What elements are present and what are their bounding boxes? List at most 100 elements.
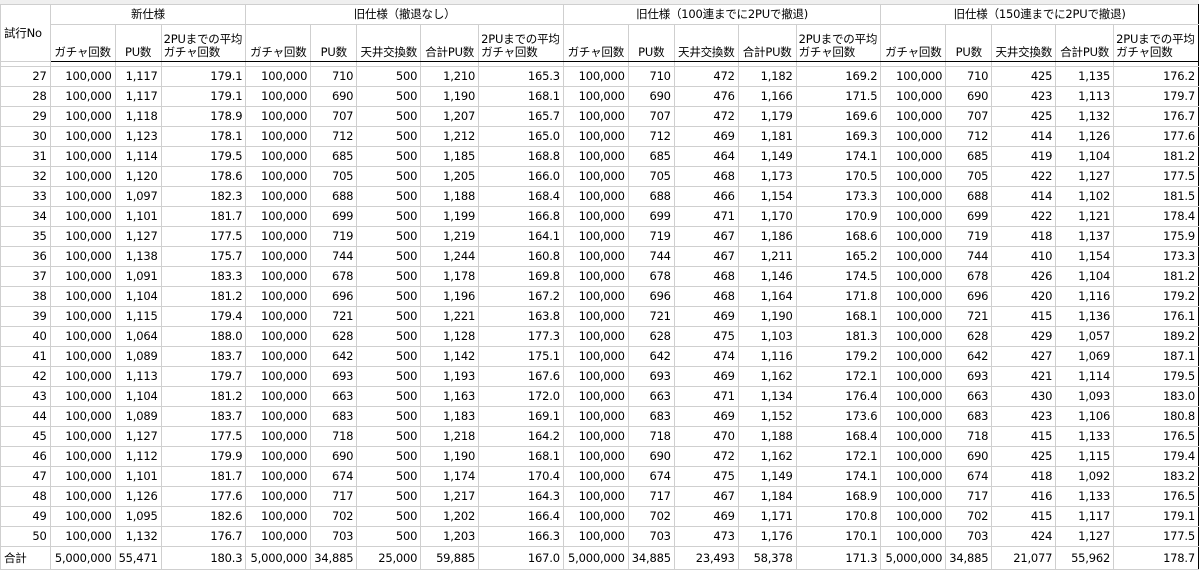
data-cell[interactable]: 187.1: [1113, 346, 1199, 367]
data-cell[interactable]: 1,101: [114, 206, 162, 227]
row-number-cell[interactable]: 46: [0, 446, 51, 467]
data-cell[interactable]: 1,127: [1055, 166, 1115, 187]
total-cell[interactable]: 171.3: [795, 546, 882, 570]
data-cell[interactable]: 1,171: [737, 506, 797, 527]
data-cell[interactable]: 100,000: [880, 286, 947, 307]
data-cell[interactable]: 165.7: [478, 106, 564, 127]
data-cell[interactable]: 100,000: [562, 166, 629, 187]
data-cell[interactable]: 703: [627, 526, 675, 547]
data-cell[interactable]: 100,000: [245, 386, 312, 407]
data-cell[interactable]: 1,183: [420, 406, 480, 427]
data-cell[interactable]: 500: [356, 186, 422, 207]
data-cell[interactable]: 100,000: [562, 486, 629, 507]
data-cell[interactable]: 467: [673, 486, 739, 507]
data-cell[interactable]: 1,104: [114, 286, 162, 307]
data-cell[interactable]: 468: [673, 266, 739, 287]
data-cell[interactable]: 1,173: [737, 166, 797, 187]
data-cell[interactable]: 181.7: [160, 466, 247, 487]
data-cell[interactable]: 182.3: [160, 186, 247, 207]
data-cell[interactable]: 100,000: [562, 86, 629, 107]
data-cell[interactable]: 721: [945, 306, 993, 327]
data-cell[interactable]: 1,181: [737, 126, 797, 147]
total-cell[interactable]: 55,471: [114, 546, 162, 570]
data-cell[interactable]: 696: [945, 286, 993, 307]
data-cell[interactable]: 500: [356, 86, 422, 107]
data-cell[interactable]: 1,115: [114, 306, 162, 327]
data-cell[interactable]: 1,170: [737, 206, 797, 227]
row-number-cell[interactable]: 48: [0, 486, 51, 507]
data-cell[interactable]: 100,000: [562, 466, 629, 487]
data-cell[interactable]: 177.5: [160, 426, 247, 447]
data-cell[interactable]: 100,000: [245, 366, 312, 387]
data-cell[interactable]: 167.2: [478, 286, 564, 307]
data-cell[interactable]: 168.9: [795, 486, 882, 507]
data-cell[interactable]: 718: [310, 426, 358, 447]
row-number-cell[interactable]: 34: [0, 206, 51, 227]
data-cell[interactable]: 469: [673, 306, 739, 327]
total-cell[interactable]: 178.7: [1113, 546, 1199, 570]
data-cell[interactable]: 100,000: [49, 326, 116, 347]
total-cell[interactable]: 25,000: [356, 546, 422, 570]
row-number-cell[interactable]: 36: [0, 246, 51, 267]
data-cell[interactable]: 179.1: [160, 66, 247, 87]
column-header[interactable]: 天井交換数: [356, 24, 422, 62]
data-cell[interactable]: 100,000: [562, 526, 629, 547]
data-cell[interactable]: 176.2: [1113, 66, 1199, 87]
data-cell[interactable]: 628: [945, 326, 993, 347]
data-cell[interactable]: 100,000: [245, 406, 312, 427]
data-cell[interactable]: 690: [945, 86, 993, 107]
row-number-cell[interactable]: 29: [0, 106, 51, 127]
data-cell[interactable]: 177.5: [1113, 166, 1199, 187]
total-cell[interactable]: 21,077: [991, 546, 1057, 570]
data-cell[interactable]: 100,000: [562, 106, 629, 127]
data-cell[interactable]: 100,000: [49, 86, 116, 107]
data-cell[interactable]: 718: [627, 426, 675, 447]
data-cell[interactable]: 179.1: [1113, 506, 1199, 527]
data-cell[interactable]: 472: [673, 446, 739, 467]
column-header[interactable]: 合計PU数: [737, 24, 797, 62]
data-cell[interactable]: 168.4: [478, 186, 564, 207]
data-cell[interactable]: 166.0: [478, 166, 564, 187]
data-cell[interactable]: 500: [356, 526, 422, 547]
row-number-cell[interactable]: 39: [0, 306, 51, 327]
row-number-cell[interactable]: 49: [0, 506, 51, 527]
data-cell[interactable]: 500: [356, 366, 422, 387]
data-cell[interactable]: 1,114: [114, 146, 162, 167]
data-cell[interactable]: 678: [310, 266, 358, 287]
data-cell[interactable]: 674: [627, 466, 675, 487]
data-cell[interactable]: 628: [310, 326, 358, 347]
data-cell[interactable]: 500: [356, 346, 422, 367]
data-cell[interactable]: 100,000: [562, 66, 629, 87]
data-cell[interactable]: 179.7: [1113, 86, 1199, 107]
row-number-cell[interactable]: 44: [0, 406, 51, 427]
data-cell[interactable]: 100,000: [562, 506, 629, 527]
data-cell[interactable]: 100,000: [562, 446, 629, 467]
data-cell[interactable]: 171.8: [795, 286, 882, 307]
data-cell[interactable]: 693: [945, 366, 993, 387]
data-cell[interactable]: 1,142: [420, 346, 480, 367]
data-cell[interactable]: 170.1: [795, 526, 882, 547]
data-cell[interactable]: 177.5: [1113, 526, 1199, 547]
row-number-cell[interactable]: 45: [0, 426, 51, 447]
data-cell[interactable]: 1,127: [1055, 526, 1115, 547]
data-cell[interactable]: 179.2: [795, 346, 882, 367]
data-cell[interactable]: 717: [310, 486, 358, 507]
data-cell[interactable]: 705: [310, 166, 358, 187]
data-cell[interactable]: 469: [673, 406, 739, 427]
data-cell[interactable]: 100,000: [880, 146, 947, 167]
data-cell[interactable]: 690: [310, 446, 358, 467]
data-cell[interactable]: 1,095: [114, 506, 162, 527]
data-cell[interactable]: 100,000: [880, 406, 947, 427]
data-cell[interactable]: 1,121: [1055, 206, 1115, 227]
data-cell[interactable]: 688: [627, 186, 675, 207]
data-cell[interactable]: 168.4: [795, 426, 882, 447]
data-cell[interactable]: 702: [945, 506, 993, 527]
data-cell[interactable]: 176.1: [1113, 306, 1199, 327]
data-cell[interactable]: 100,000: [245, 66, 312, 87]
data-cell[interactable]: 175.7: [160, 246, 247, 267]
data-cell[interactable]: 100,000: [49, 166, 116, 187]
data-cell[interactable]: 1,089: [114, 346, 162, 367]
column-header[interactable]: 2PUまでの平均ガチャ回数: [160, 24, 247, 62]
column-header[interactable]: PU数: [114, 24, 162, 62]
data-cell[interactable]: 1,103: [737, 326, 797, 347]
